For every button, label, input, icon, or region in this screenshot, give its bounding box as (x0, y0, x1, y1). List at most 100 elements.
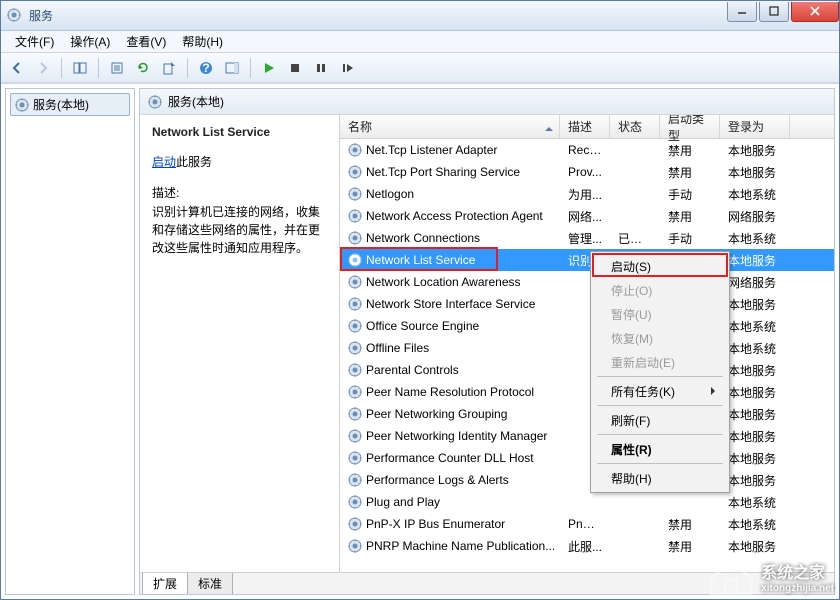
table-row[interactable]: Parental Controls 本地服务 (340, 359, 834, 381)
table-row[interactable]: Network Location Awareness网络服务 (340, 271, 834, 293)
minimize-button[interactable] (727, 2, 757, 22)
toolbar-separator (187, 58, 188, 78)
table-row[interactable]: Net.Tcp Port Sharing ServiceProv...禁用本地服… (340, 161, 834, 183)
cell-startup: 禁用 (660, 164, 720, 181)
service-name-text: Net.Tcp Listener Adapter (366, 143, 497, 157)
ctx-properties[interactable]: 属性(R) (593, 437, 727, 461)
cell-name: Network Location Awareness (340, 275, 560, 289)
right-pane: 服务(本地) Network List Service 启动此服务 描述: 识别… (139, 88, 835, 595)
cell-name: Peer Networking Identity Manager (340, 429, 560, 443)
cell-logon: 本地服务 (720, 406, 790, 423)
gear-icon (348, 341, 362, 355)
pause-service-button[interactable] (309, 56, 333, 80)
cell-name: Offline Files (340, 341, 560, 355)
table-row[interactable]: Network Connections管理...已启动手动本地系统 (340, 227, 834, 249)
table-row[interactable]: Net.Tcp Listener AdapterRece...禁用本地服务 (340, 139, 834, 161)
cell-name: Netlogon (340, 187, 560, 201)
refresh-button[interactable] (131, 56, 155, 80)
service-name-text: Peer Name Resolution Protocol (366, 385, 534, 399)
cell-logon: 本地系统 (720, 230, 790, 247)
column-logon-as[interactable]: 登录为 (720, 115, 790, 138)
ctx-refresh[interactable]: 刷新(F) (593, 408, 727, 432)
cell-logon: 本地系统 (720, 318, 790, 335)
forward-button[interactable] (31, 56, 55, 80)
cell-startup: 禁用 (660, 208, 720, 225)
cell-name: Network List Service (340, 253, 560, 267)
cell-desc: Rece... (560, 143, 610, 157)
service-name-text: Netlogon (366, 187, 414, 201)
service-name-text: Peer Networking Identity Manager (366, 429, 547, 443)
gear-icon (348, 319, 362, 333)
watermark-sub: xitongzhijia.net (761, 583, 834, 594)
maximize-button[interactable] (759, 2, 789, 22)
show-hide-tree-button[interactable] (68, 56, 92, 80)
table-row[interactable]: Network Access Protection Agent 网络... 禁用网络… (340, 205, 834, 227)
ctx-help[interactable]: 帮助(H) (593, 466, 727, 490)
table-row[interactable]: Network Store Interface Service本地服务 (340, 293, 834, 315)
properties-button[interactable] (105, 56, 129, 80)
help-button[interactable]: ? (194, 56, 218, 80)
table-row[interactable]: Peer Networking Identity Manager本地服务 (340, 425, 834, 447)
table-row[interactable]: Plug and Play本地系统 (340, 491, 834, 513)
table-row[interactable]: Offline Files 本地系统 (340, 337, 834, 359)
column-name[interactable]: 名称 (340, 115, 560, 138)
toolbar-separator (98, 58, 99, 78)
table-row[interactable]: Peer Networking Grouping本地服务 (340, 403, 834, 425)
tree-item-services-local[interactable]: 服务(本地) (10, 93, 130, 116)
gear-icon (348, 539, 362, 553)
detail-pane: Network List Service 启动此服务 描述: 识别计算机已连接的… (140, 115, 340, 572)
ctx-start[interactable]: 启动(S) (593, 254, 727, 278)
service-name-text: Plug and Play (366, 495, 440, 509)
action-pane-button[interactable] (220, 56, 244, 80)
service-name-text: Network Access Protection Agent (366, 209, 543, 223)
back-button[interactable] (5, 56, 29, 80)
column-status[interactable]: 状态 (610, 115, 660, 138)
list-rows[interactable]: Net.Tcp Listener AdapterRece...禁用本地服务Net… (340, 139, 834, 572)
table-row[interactable]: Netlogon为用...手动本地系统 (340, 183, 834, 205)
table-row[interactable]: PNRP Machine Name Publication...此服...禁用本… (340, 535, 834, 557)
right-header-title: 服务(本地) (168, 93, 224, 110)
restart-service-button[interactable] (335, 56, 359, 80)
toolbar-separator (250, 58, 251, 78)
close-button[interactable] (791, 2, 839, 22)
table-row[interactable]: Performance Counter DLL Host本地服务 (340, 447, 834, 469)
service-name-text: Performance Counter DLL Host (366, 451, 534, 465)
gear-icon (348, 473, 362, 487)
service-name-text: Parental Controls (366, 363, 459, 377)
table-row[interactable]: Peer Name Resolution Protocol本地服务 (340, 381, 834, 403)
cell-startup: 禁用 (660, 142, 720, 159)
cell-logon: 网络服务 (720, 208, 790, 225)
menu-file[interactable]: 文件(F) (7, 31, 62, 52)
start-service-link[interactable]: 启动 (152, 155, 176, 169)
table-row[interactable]: Network List Service识别...手动本地服务 (340, 249, 834, 271)
menu-help[interactable]: 帮助(H) (174, 31, 231, 52)
column-startup-type[interactable]: 启动类型 (660, 115, 720, 138)
stop-service-button[interactable] (283, 56, 307, 80)
cell-logon: 本地服务 (720, 538, 790, 555)
tab-extended[interactable]: 扩展 (142, 573, 188, 595)
start-service-button[interactable] (257, 56, 281, 80)
cell-logon: 本地服务 (720, 252, 790, 269)
start-service-suffix: 此服务 (176, 155, 212, 169)
cell-logon: 本地服务 (720, 362, 790, 379)
cell-name: PnP-X IP Bus Enumerator (340, 517, 560, 531)
gear-icon (348, 517, 362, 531)
cell-desc: 网络... (560, 208, 610, 225)
gear-icon (348, 143, 362, 157)
watermark-text: 系统之家 (761, 559, 834, 583)
cell-logon: 本地系统 (720, 340, 790, 357)
cell-name: Office Source Engine (340, 319, 560, 333)
gear-icon (348, 253, 362, 267)
gear-icon (348, 429, 362, 443)
table-row[interactable]: PnP-X IP Bus EnumeratorPnP-...禁用本地系统 (340, 513, 834, 535)
export-button[interactable] (157, 56, 181, 80)
gear-icon (348, 231, 362, 245)
tab-standard[interactable]: 标准 (187, 573, 233, 595)
ctx-all-tasks[interactable]: 所有任务(K) (593, 379, 727, 403)
selected-service-name: Network List Service (152, 125, 327, 139)
table-row[interactable]: Performance Logs & Alerts本地服务 (340, 469, 834, 491)
menu-view[interactable]: 查看(V) (118, 31, 174, 52)
menu-action[interactable]: 操作(A) (62, 31, 118, 52)
table-row[interactable]: Office Source Engine 本地系统 (340, 315, 834, 337)
column-description[interactable]: 描述 (560, 115, 610, 138)
